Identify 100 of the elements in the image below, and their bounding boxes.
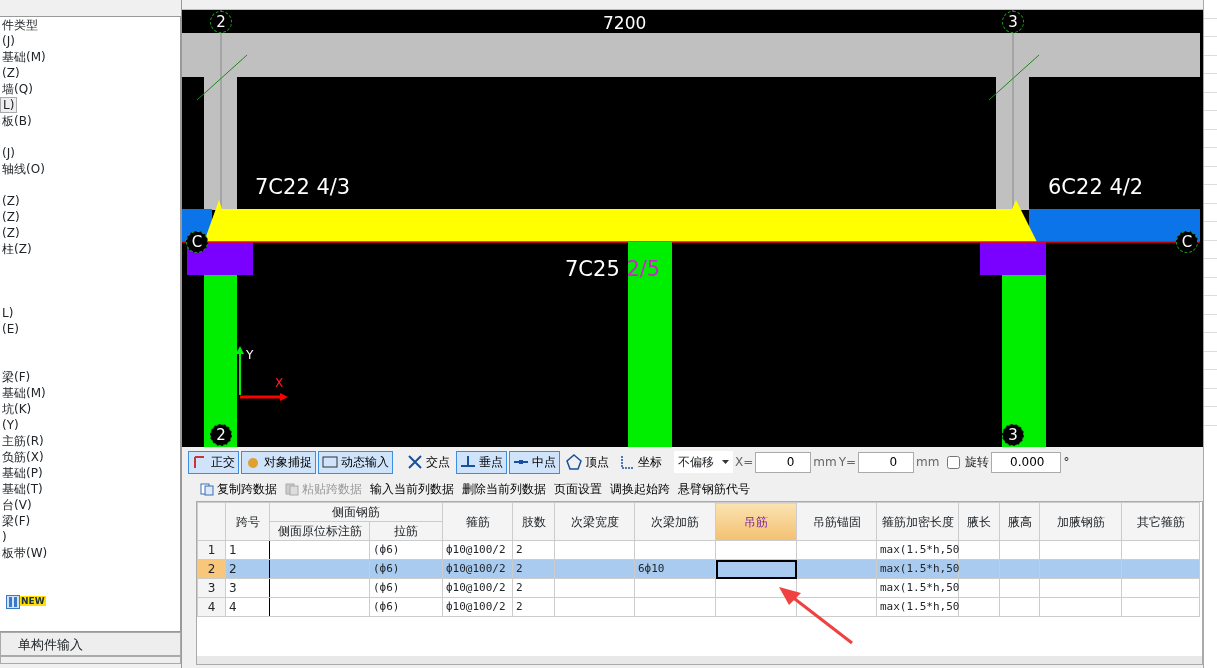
field-label: X=: [735, 454, 754, 471]
column-header[interactable]: 次梁加筋: [634, 502, 716, 541]
dimension-label: 7200: [603, 12, 647, 35]
table-cell: max(1.5*h,50: [876, 540, 959, 560]
columns-icon[interactable]: [6, 594, 20, 609]
caret-icon: [722, 460, 729, 464]
sidebar-item[interactable]: 基础(M): [0, 386, 48, 400]
toolbar-button[interactable]: 输入当前列数据: [370, 480, 454, 498]
angle-field[interactable]: 0.000: [991, 451, 1062, 473]
scrollbar[interactable]: [197, 656, 1202, 664]
snap-toggle[interactable]: 正交: [188, 450, 239, 474]
table-cell: 2: [512, 540, 555, 560]
sidebar-item[interactable]: (Z): [0, 226, 22, 240]
toolbar-button[interactable]: 悬臂钢筋代号: [678, 480, 750, 498]
snap-toggle[interactable]: 中点: [509, 450, 560, 474]
offset-dropdown[interactable]: 不偏移: [674, 451, 733, 473]
field-label: mm: [916, 454, 940, 471]
field-label: Y=: [838, 454, 857, 471]
snap-toggle[interactable]: 动态输入: [318, 450, 393, 474]
sidebar-tab[interactable]: 单构件输入: [0, 632, 181, 656]
field-label: mm: [813, 454, 837, 471]
diagonal-line: [988, 54, 1040, 101]
column-header[interactable]: 次梁宽度: [554, 502, 635, 541]
sidebar-item[interactable]: (Y): [0, 418, 21, 432]
sidebar-item[interactable]: 梁(F): [0, 370, 33, 384]
axis-marker: C: [1176, 231, 1198, 253]
column-header[interactable]: 其它箍筋: [1121, 502, 1200, 541]
clipboard-icon: [285, 482, 299, 496]
column-header[interactable]: 肢数: [512, 502, 555, 541]
snap-toggle[interactable]: 交点: [403, 450, 454, 474]
sidebar-item[interactable]: 主筋(R): [0, 434, 46, 448]
sidebar-item[interactable]: 负筋(X): [0, 450, 46, 464]
table-cell: 1: [225, 540, 270, 560]
sidebar-item[interactable]: (Z): [0, 66, 22, 80]
snap-toggle[interactable]: 顶点: [562, 450, 613, 474]
table-cell: (ф6): [369, 578, 443, 598]
degree-label: °: [1063, 454, 1070, 471]
coordinate-icon: [619, 454, 635, 470]
snap-toggle[interactable]: 垂点: [456, 450, 507, 474]
axis-label: X: [275, 375, 284, 392]
ucs-drawing: [236, 346, 288, 401]
sidebar-item[interactable]: 件类型: [0, 18, 40, 32]
column-header[interactable]: 吊筋锚固: [796, 502, 877, 541]
sidebar-item[interactable]: 柱(Z): [0, 242, 34, 256]
sidebar-item[interactable]: (Z): [0, 194, 22, 208]
column-header[interactable]: 跨号: [225, 502, 270, 541]
column-header[interactable]: 箍筋加密长度: [876, 502, 959, 541]
sidebar-item[interactable]: 板带(W): [0, 546, 50, 560]
y-field[interactable]: 0: [858, 451, 915, 473]
sidebar-item[interactable]: (E): [0, 322, 21, 336]
table-cell: 4: [225, 597, 270, 617]
sidebar-item[interactable]: 台(V): [0, 498, 34, 512]
intersection-icon: [407, 454, 423, 470]
toolbar-button[interactable]: 删除当前列数据: [462, 480, 546, 498]
sidebar-item[interactable]: 墙(Q): [0, 82, 35, 96]
column-header[interactable]: 侧面钢筋: [269, 502, 443, 522]
sidebar-item[interactable]: 基础(T): [0, 482, 45, 496]
sidebar-item[interactable]: 梁(F): [0, 514, 33, 528]
rotate-label: 旋转: [965, 454, 990, 471]
input-icon: [322, 454, 338, 470]
table-cell: max(1.5*h,50: [876, 578, 959, 598]
snap-toggle[interactable]: 坐标: [615, 450, 666, 474]
toolbar-button[interactable]: 页面设置: [554, 480, 602, 498]
sidebar-item[interactable]: 轴线(O): [0, 162, 47, 176]
sidebar-item[interactable]: 板(B): [0, 114, 34, 128]
table-cell: max(1.5*h,50: [876, 597, 959, 617]
table-cell: ф10@100/2: [442, 597, 513, 617]
sidebar-item[interactable]: 基础(P): [0, 466, 45, 480]
table-cell: 2: [512, 578, 555, 598]
snap-toggle[interactable]: 对象捕捉: [241, 450, 316, 474]
column-header[interactable]: 加腋钢筋: [1039, 502, 1122, 541]
beam-label: 7C25 2/5: [565, 256, 661, 283]
copy-icon: [200, 482, 214, 496]
sidebar-item[interactable]: 坑(K): [0, 402, 34, 416]
table-cell: (ф6): [369, 540, 443, 560]
axis-label: Y: [246, 347, 254, 364]
column-header[interactable]: 箍筋: [442, 502, 513, 541]
toolbar-button[interactable]: 复制跨数据: [200, 480, 277, 498]
table-cell: ф10@100/2: [442, 578, 513, 598]
sidebar-item[interactable]: L): [0, 306, 16, 320]
beam-label: 6C22 4/2: [1048, 174, 1144, 201]
table-cell: 2: [512, 597, 555, 617]
column-header[interactable]: 腋高: [999, 502, 1040, 541]
table-cell: 3: [225, 578, 270, 598]
sidebar-item[interactable]: (J): [0, 34, 17, 48]
column-header[interactable]: 腋长: [958, 502, 1000, 541]
sidebar-item[interactable]: (Z): [0, 210, 22, 224]
sidebar-item[interactable]: (J): [0, 146, 17, 160]
column-header[interactable]: 吊筋: [715, 502, 797, 541]
sidebar-item[interactable]: 基础(M): [0, 50, 48, 64]
table-cell: (ф6): [369, 597, 443, 617]
diagonal-line: [196, 54, 248, 101]
sidebar-item[interactable]: ): [0, 530, 9, 544]
sidebar-item[interactable]: L): [0, 97, 18, 113]
toolbar-button[interactable]: 调换起始跨: [610, 480, 670, 498]
table-cell: ф10@100/2: [442, 540, 513, 560]
rotate-checkbox[interactable]: [947, 455, 961, 469]
axis-marker: 3: [1002, 11, 1024, 33]
x-field[interactable]: 0: [755, 451, 812, 473]
perpendicular-icon: [460, 454, 476, 470]
